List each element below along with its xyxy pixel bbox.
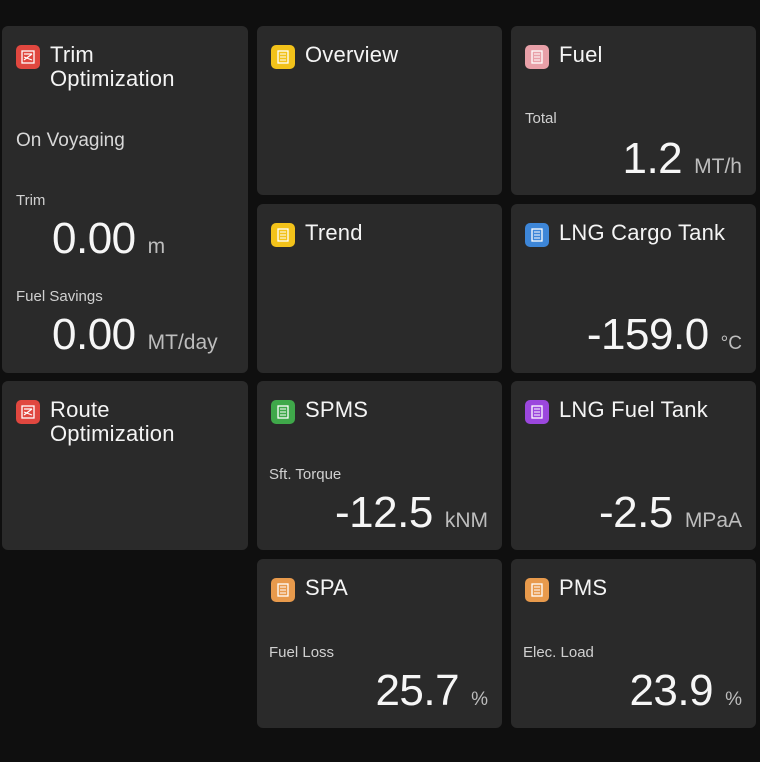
lng-cargo-value-row: -159.0 °C xyxy=(587,310,742,360)
tile-title: Trend xyxy=(305,220,363,245)
tile-header: PMS xyxy=(525,576,746,602)
lng-cargo-value: -159.0 xyxy=(586,310,709,359)
pms-value: 23.9 xyxy=(629,666,714,715)
tile-spms[interactable]: SPMS Sft. Torque -12.5 kNM xyxy=(257,381,502,550)
fuel-value-row: 1.2 MT/h xyxy=(622,134,742,184)
fuel-unit: MT/h xyxy=(694,155,742,178)
tile-header: SPMS xyxy=(271,398,492,424)
dashboard: Trim Optimization On Voyaging Trim 0.00 … xyxy=(0,0,760,762)
elec-load-label: Elec. Load xyxy=(523,644,594,661)
route-grid-icon xyxy=(16,45,40,69)
tile-fuel[interactable]: Fuel Total 1.2 MT/h xyxy=(511,26,756,195)
tile-trim-optimization[interactable]: Trim Optimization On Voyaging Trim 0.00 … xyxy=(2,26,248,373)
tile-pms[interactable]: PMS Elec. Load 23.9 % xyxy=(511,559,756,728)
tile-lng-cargo-tank[interactable]: LNG Cargo Tank -159.0 °C xyxy=(511,204,756,373)
panel-grid-icon xyxy=(271,223,295,247)
tile-title: PMS xyxy=(559,575,608,600)
trim-label: Trim xyxy=(16,192,46,209)
lng-fuel-unit: MPaA xyxy=(684,509,742,532)
tile-trend[interactable]: Trend xyxy=(257,204,502,373)
tile-title: Fuel xyxy=(559,42,603,67)
pms-unit: % xyxy=(725,689,742,710)
panel-grid-icon xyxy=(525,400,549,424)
tile-spa[interactable]: SPA Fuel Loss 25.7 % xyxy=(257,559,502,728)
tile-header: SPA xyxy=(271,576,492,602)
lng-fuel-value-row: -2.5 MPaA xyxy=(599,488,742,538)
tile-route-optimization[interactable]: Route Optimization xyxy=(2,381,248,550)
panel-grid-icon xyxy=(525,45,549,69)
tile-header: LNG Fuel Tank xyxy=(525,398,746,424)
fuel-value: 1.2 xyxy=(622,134,683,183)
tile-overview[interactable]: Overview xyxy=(257,26,502,195)
tile-title: Trim Optimization xyxy=(50,42,175,91)
spms-unit: kNM xyxy=(444,509,488,532)
panel-grid-icon xyxy=(525,578,549,602)
panel-grid-icon xyxy=(271,578,295,602)
tile-title: SPMS xyxy=(305,397,369,422)
fuel-savings-value-row: 0.00 MT/day xyxy=(52,310,218,360)
trim-unit: m xyxy=(147,235,166,258)
shaft-torque-label: Sft. Torque xyxy=(269,466,342,483)
spa-value-row: 25.7 % xyxy=(375,666,488,716)
tile-header: Trim Optimization xyxy=(16,43,238,91)
tile-title: LNG Cargo Tank xyxy=(559,220,726,245)
panel-grid-icon xyxy=(525,223,549,247)
fuel-savings-label: Fuel Savings xyxy=(16,288,103,305)
route-grid-icon xyxy=(16,400,40,424)
pms-value-row: 23.9 % xyxy=(629,666,742,716)
voyage-status: On Voyaging xyxy=(16,130,125,151)
tile-header: Fuel xyxy=(525,43,746,69)
trim-value: 0.00 xyxy=(52,214,136,263)
tile-header: Overview xyxy=(271,43,492,69)
tile-lng-fuel-tank[interactable]: LNG Fuel Tank -2.5 MPaA xyxy=(511,381,756,550)
tile-title: SPA xyxy=(305,575,348,600)
spa-value: 25.7 xyxy=(375,666,460,715)
tile-title: Overview xyxy=(305,42,399,67)
lng-fuel-value: -2.5 xyxy=(598,488,673,537)
tile-title: Route Optimization xyxy=(50,397,175,446)
spa-unit: % xyxy=(471,689,488,710)
lng-cargo-unit: °C xyxy=(720,333,742,354)
tile-header: LNG Cargo Tank xyxy=(525,221,746,247)
panel-grid-icon xyxy=(271,45,295,69)
tile-header: Trend xyxy=(271,221,492,247)
fuel-savings-unit: MT/day xyxy=(147,331,218,354)
tile-title: LNG Fuel Tank xyxy=(559,397,708,422)
spms-value-row: -12.5 kNM xyxy=(335,488,488,538)
fuel-total-label: Total xyxy=(525,110,557,127)
fuel-savings-value: 0.00 xyxy=(52,310,136,359)
tile-header: Route Optimization xyxy=(16,398,238,446)
panel-grid-icon xyxy=(271,400,295,424)
spms-value: -12.5 xyxy=(335,488,433,537)
fuel-loss-label: Fuel Loss xyxy=(269,644,335,661)
trim-value-row: 0.00 m xyxy=(52,214,165,264)
